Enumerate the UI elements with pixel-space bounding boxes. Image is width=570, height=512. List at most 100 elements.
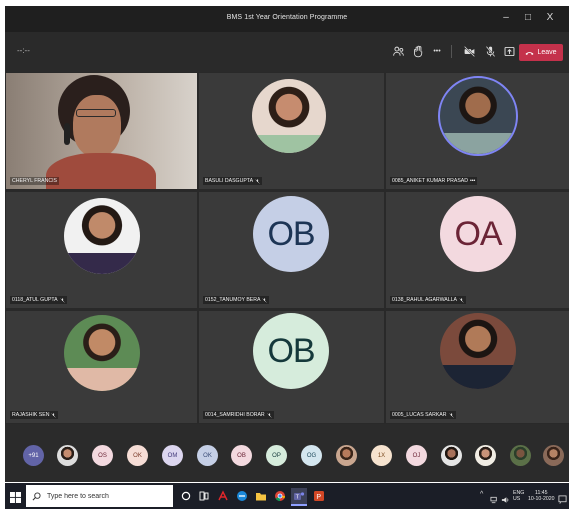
taskbar-app-explorer[interactable] (253, 488, 269, 504)
more-actions-button[interactable]: ••• (428, 42, 446, 60)
teams-icon: T (294, 492, 305, 501)
strip-avatar[interactable]: OB (231, 445, 252, 466)
participant-tile[interactable]: OB 0152_TANUMOY BERA (199, 192, 384, 308)
avatar (64, 198, 140, 274)
raise-hand-button[interactable] (409, 42, 427, 60)
strip-avatar[interactable]: OK (127, 445, 148, 466)
participant-name: 0138_RAHUL AGARWALLA (390, 296, 466, 304)
participant-name: BASULI DASGUPTA (203, 177, 263, 185)
window-title: BMS 1st Year Orientation Programme (226, 14, 348, 21)
network-icon[interactable] (490, 491, 499, 509)
language-indicator[interactable]: ENG US (513, 490, 524, 502)
taskbar-app-edge[interactable] (234, 488, 250, 504)
notifications-button[interactable] (558, 491, 567, 509)
taskbar-app-powerpoint[interactable]: P (311, 488, 327, 504)
leave-button[interactable]: Leave (519, 44, 563, 61)
participant-name: RAJASHIK SEN (10, 411, 59, 419)
strip-avatar[interactable] (441, 445, 462, 466)
shirt-shape (64, 368, 140, 391)
participant-tile[interactable]: RAJASHIK SEN (6, 311, 197, 423)
strip-avatar[interactable] (336, 445, 357, 466)
people-icon (392, 46, 404, 56)
start-button[interactable] (10, 490, 21, 508)
powerpoint-icon: P (314, 491, 324, 501)
close-button[interactable]: X (541, 10, 559, 26)
phone-hangup-icon (525, 51, 534, 55)
strip-avatar[interactable]: OP (266, 445, 287, 466)
initials-avatar: OA (440, 196, 516, 272)
shoulders-shape (46, 153, 156, 189)
taskbar-app-acrobat[interactable] (215, 488, 231, 504)
participant-tile[interactable]: BASULI DASGUPTA (199, 73, 384, 189)
camera-off-icon (463, 45, 475, 57)
share-screen-button[interactable] (500, 42, 518, 60)
participant-tile[interactable]: OB 0014_SAMRIDHI BORAR (199, 311, 384, 423)
teams-window: BMS 1st Year Orientation Programme – □ X… (5, 6, 569, 482)
shirt-shape (440, 132, 516, 154)
mic-off-icon (255, 178, 260, 184)
tray-chevron-icon[interactable]: ^ (480, 491, 483, 498)
strip-avatar[interactable] (475, 445, 496, 466)
leave-label: Leave (537, 49, 557, 56)
participant-name: 0085_ANIKET KUMAR PRASAD ••• (390, 177, 478, 185)
face-shape (73, 95, 121, 157)
network-status-icon (490, 496, 497, 504)
edge-icon (237, 491, 247, 501)
strip-avatar[interactable] (510, 445, 531, 466)
participant-tile-speaking[interactable]: 0085_ANIKET KUMAR PRASAD ••• (386, 73, 569, 189)
strip-avatar[interactable]: OM (162, 445, 183, 466)
minimize-button[interactable]: – (497, 10, 515, 26)
participant-tile-video[interactable]: CHERYL FRANCIS (6, 73, 197, 189)
notification-icon (558, 495, 567, 504)
chrome-icon (275, 491, 285, 501)
svg-text:P: P (316, 494, 321, 501)
keyboard-region: US (513, 496, 521, 502)
task-view-icon (199, 491, 209, 501)
participant-tile[interactable]: 0005_LUCAS SARKAR (386, 311, 569, 423)
mic-off-icon (459, 297, 464, 303)
avatar (440, 313, 516, 389)
participant-tile[interactable]: 0118_ATUL GUPTA (6, 192, 197, 308)
shirt-shape (64, 253, 140, 274)
participants-button[interactable] (389, 42, 407, 60)
maximize-button[interactable]: □ (519, 10, 537, 26)
initials-avatar: OB (253, 196, 329, 272)
task-view-button[interactable] (196, 488, 212, 504)
share-icon (504, 46, 514, 56)
search-input[interactable] (45, 491, 169, 501)
strip-avatar[interactable]: OG (301, 445, 322, 466)
mic-off-icon (51, 412, 57, 418)
overflow-count-button[interactable]: +91 (23, 445, 44, 466)
participant-name: 0118_ATUL GUPTA (10, 296, 67, 304)
shirt-shape (252, 134, 326, 153)
camera-toggle-button[interactable] (460, 42, 478, 60)
avatar (438, 76, 518, 156)
cortana-icon (181, 491, 191, 501)
participant-name: 0152_TANUMOY BERA (203, 296, 270, 304)
mic-toggle-button[interactable] (481, 42, 499, 60)
mic-off-icon (262, 297, 268, 303)
avatar (64, 315, 140, 391)
meeting-timer: --:-- (17, 46, 30, 55)
participant-tile[interactable]: OA 0138_RAHUL AGARWALLA (386, 192, 569, 308)
taskbar-search[interactable] (26, 485, 173, 507)
volume-icon[interactable] (501, 491, 510, 509)
toolbar-divider (451, 45, 452, 58)
speaker-icon (501, 497, 509, 503)
glasses-shape (76, 109, 116, 117)
taskbar-app-teams[interactable]: T (291, 488, 307, 506)
strip-avatar[interactable]: OJ (406, 445, 427, 466)
participant-name: 0014_SAMRIDHI BORAR (203, 411, 274, 419)
clock[interactable]: 11:45 10-10-2020 (528, 490, 555, 502)
title-bar: BMS 1st Year Orientation Programme – □ X (5, 6, 569, 32)
folder-icon (256, 493, 266, 501)
strip-avatar[interactable]: OS (92, 445, 113, 466)
strip-avatar[interactable]: 1X (371, 445, 392, 466)
mic-off-icon (485, 45, 495, 57)
cortana-button[interactable] (178, 488, 194, 504)
strip-avatar[interactable] (57, 445, 78, 466)
participant-name: 0005_LUCAS SARKAR (390, 411, 456, 419)
taskbar-app-chrome[interactable] (272, 488, 288, 504)
strip-avatar[interactable]: OK (197, 445, 218, 466)
strip-avatar[interactable] (543, 445, 564, 466)
